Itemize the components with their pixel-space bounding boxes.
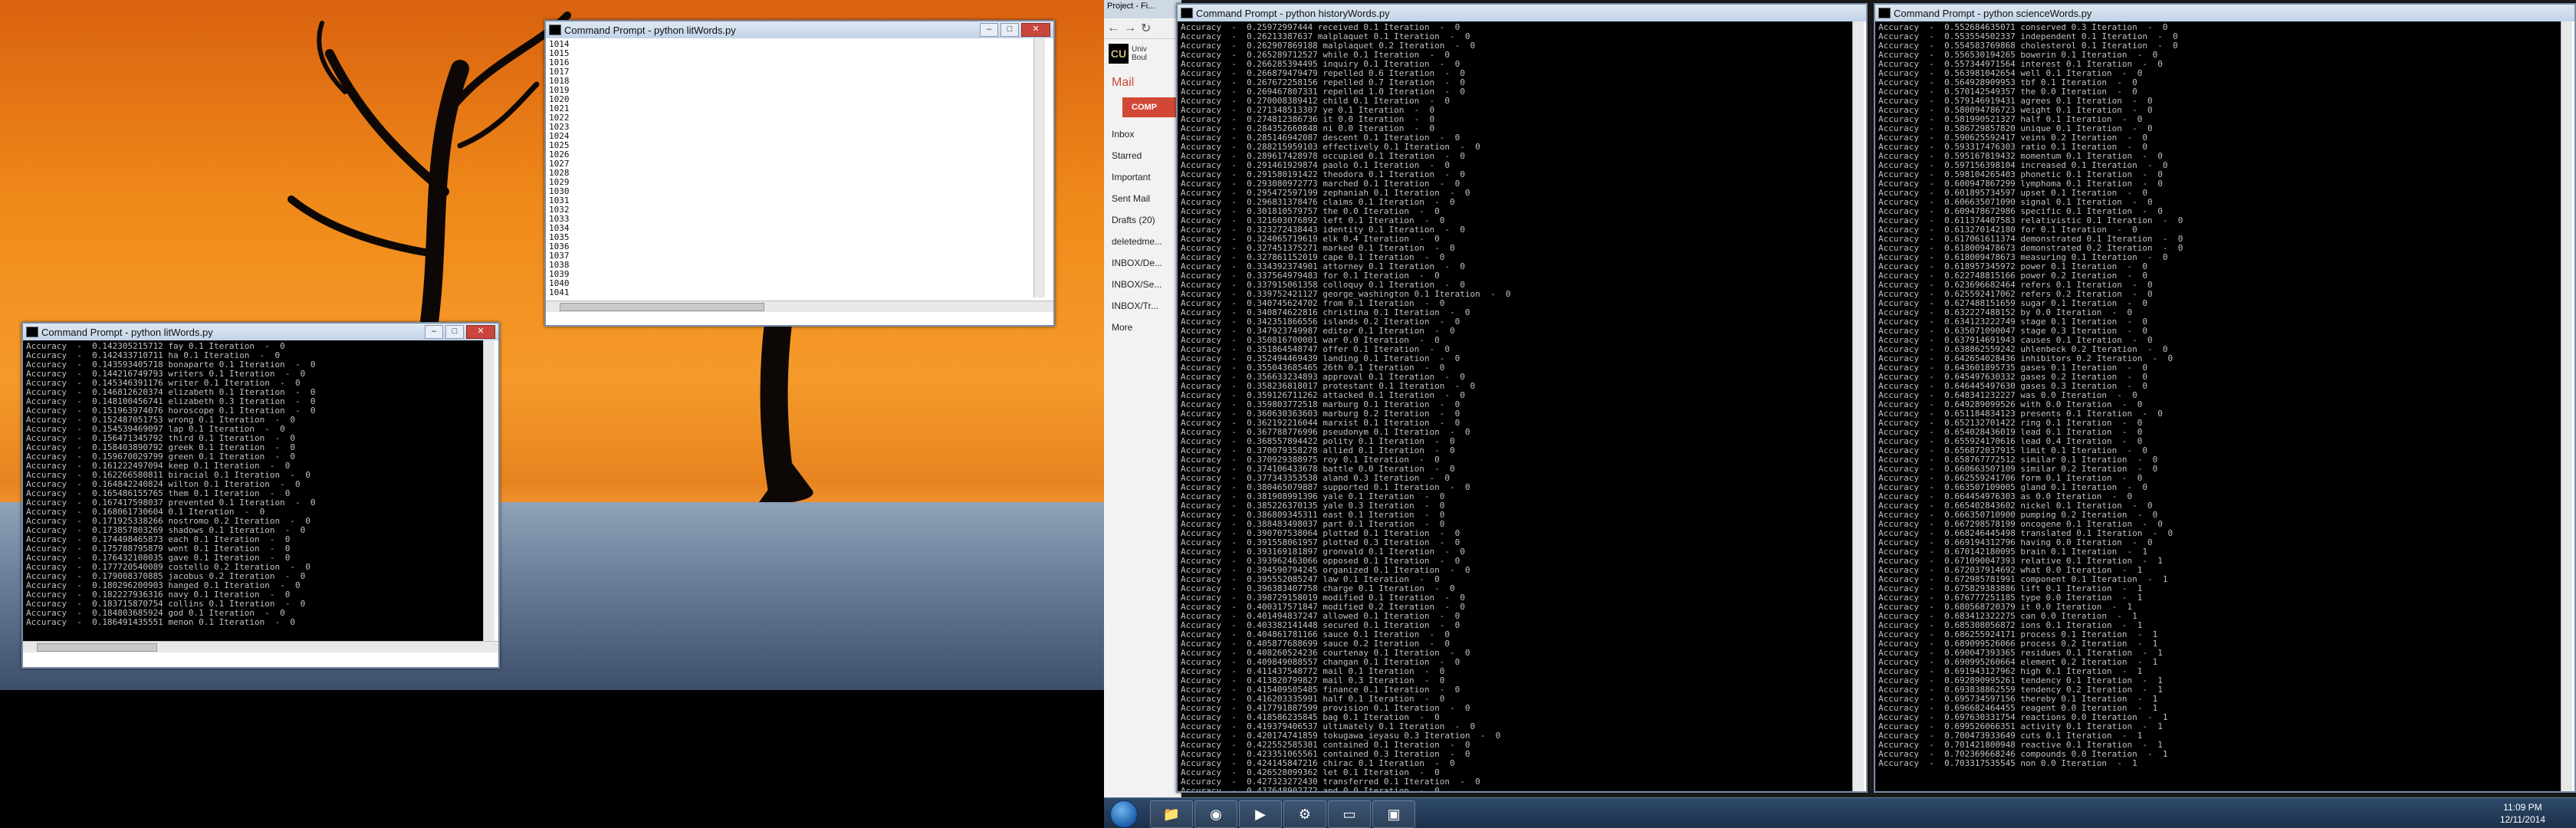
maximize-button[interactable]: □ bbox=[1001, 23, 1019, 37]
clock[interactable]: 11:09 PM 12/11/2014 bbox=[2500, 801, 2545, 826]
console-line: 1028 bbox=[549, 168, 570, 178]
cmd-window-lit-bottom[interactable]: Command Prompt - python litWords.py – □ … bbox=[21, 322, 500, 669]
mail-folder-item[interactable]: Inbox bbox=[1104, 123, 1181, 145]
console-line: 1032 bbox=[549, 205, 570, 215]
chrome-browser[interactable]: Project - Fi... ← → ↻ CU Univ Boul Mail … bbox=[1104, 0, 1181, 797]
window-titlebar[interactable]: Command Prompt - python scienceWords.py bbox=[1875, 5, 2574, 21]
console-line: 1017 bbox=[549, 67, 570, 77]
mail-folder-item[interactable]: INBOX/Tr... bbox=[1104, 295, 1181, 317]
console-output[interactable]: 1014 1015 1016 1017 1018 1019 1020 1021 1022 1023… bbox=[546, 38, 1033, 301]
cmd-icon bbox=[549, 25, 561, 35]
cmd-icon[interactable]: ▭ bbox=[1328, 800, 1371, 828]
console-line: Accuracy - 0.437648902772 and 0.0 Iterat… bbox=[1181, 786, 1440, 792]
console-output[interactable]: Accuracy - 0.25972997444 received 0.1 It… bbox=[1178, 21, 1852, 791]
horizontal-scrollbar[interactable] bbox=[546, 301, 1053, 312]
console-line: 1038 bbox=[549, 260, 570, 270]
console-line: 1024 bbox=[549, 131, 570, 141]
console-line: 1030 bbox=[549, 186, 570, 196]
minimize-button[interactable]: – bbox=[980, 23, 998, 37]
cmd-icon bbox=[26, 327, 38, 337]
close-button[interactable]: ✕ bbox=[466, 325, 495, 339]
console-line: 1033 bbox=[549, 214, 570, 224]
mail-folder-item[interactable]: INBOX/Se... bbox=[1104, 274, 1181, 295]
console-line: 1039 bbox=[549, 269, 570, 279]
console-line: 1015 bbox=[549, 48, 570, 58]
clock-time: 11:09 PM bbox=[2503, 802, 2542, 813]
projector-icon[interactable]: ▣ bbox=[1372, 800, 1415, 828]
vertical-scrollbar[interactable] bbox=[2561, 21, 2572, 791]
window-title: Command Prompt - python scienceWords.py bbox=[1894, 7, 2092, 19]
university-name: Univ Boul bbox=[1132, 45, 1148, 62]
browser-toolbar: ← → ↻ bbox=[1104, 18, 1181, 39]
python-icon[interactable]: ⚙ bbox=[1283, 800, 1326, 828]
console-line: 1035 bbox=[549, 232, 570, 242]
right-monitor: Project - Fi... ← → ↻ CU Univ Boul Mail … bbox=[1104, 0, 2576, 828]
cmd-icon bbox=[1181, 8, 1193, 18]
vertical-scrollbar[interactable] bbox=[1033, 38, 1045, 297]
console-line: 1018 bbox=[549, 76, 570, 86]
window-titlebar[interactable]: Command Prompt - python litWords.py – □ … bbox=[546, 21, 1053, 38]
console-line: 1016 bbox=[549, 58, 570, 67]
left-monitor: Command Prompt - python litWords.py – □ … bbox=[0, 0, 1104, 828]
chrome-icon[interactable]: ◉ bbox=[1194, 800, 1237, 828]
minimize-button[interactable]: – bbox=[425, 325, 443, 339]
mail-dropdown[interactable]: Mail bbox=[1104, 68, 1181, 97]
taskbar: 📁 ◉ ▶ ⚙ ▭ ▣ 11:09 PM 12/11/2014 bbox=[1104, 797, 2576, 828]
explorer-icon[interactable]: 📁 bbox=[1150, 800, 1193, 828]
mail-folder-item[interactable]: Drafts (20) bbox=[1104, 209, 1181, 231]
console-line: 1022 bbox=[549, 113, 570, 123]
console-line: 1021 bbox=[549, 104, 570, 113]
console-line: 1020 bbox=[549, 94, 570, 104]
console-line: 1040 bbox=[549, 278, 570, 288]
window-titlebar[interactable]: Command Prompt - python historyWords.py bbox=[1178, 5, 1866, 21]
console-line: 1023 bbox=[549, 122, 570, 132]
cmd-window-history[interactable]: Command Prompt - python historyWords.py … bbox=[1176, 3, 1868, 793]
window-title: Command Prompt - python litWords.py bbox=[41, 326, 213, 338]
horizontal-scrollbar[interactable] bbox=[23, 641, 498, 652]
mail-folder-item[interactable]: Important bbox=[1104, 166, 1181, 188]
console-line: 1029 bbox=[549, 177, 570, 187]
vertical-scrollbar[interactable] bbox=[483, 340, 495, 641]
console-line: 1036 bbox=[549, 242, 570, 251]
window-title: Command Prompt - python litWords.py bbox=[564, 24, 736, 36]
window-titlebar[interactable]: Command Prompt - python litWords.py – □ … bbox=[23, 324, 498, 340]
window-title: Command Prompt - python historyWords.py bbox=[1196, 7, 1390, 19]
console-output[interactable]: Accuracy - 0.552684635071 conserved 0.3 … bbox=[1875, 21, 2561, 791]
start-button[interactable] bbox=[1110, 800, 1138, 828]
console-line: 1031 bbox=[549, 196, 570, 205]
console-line: Accuracy - 0.703317535545 non 0.0 Iterat… bbox=[1878, 758, 2137, 768]
vertical-scrollbar[interactable] bbox=[1852, 21, 1864, 791]
mail-folder-item[interactable]: More bbox=[1104, 317, 1181, 338]
browser-tab[interactable]: Project - Fi... bbox=[1104, 0, 1181, 18]
reload-icon[interactable]: ↻ bbox=[1141, 21, 1151, 36]
cmd-icon bbox=[1878, 8, 1891, 18]
cmd-window-science[interactable]: Command Prompt - python scienceWords.py … bbox=[1874, 3, 2576, 793]
console-line: 1026 bbox=[549, 150, 570, 159]
console-line: 1041 bbox=[549, 288, 570, 297]
console-line: 1025 bbox=[549, 140, 570, 150]
console-line: 1014 bbox=[549, 39, 570, 49]
maximize-button[interactable]: □ bbox=[445, 325, 464, 339]
cu-logo-icon: CU bbox=[1109, 44, 1129, 64]
mail-folder-item[interactable]: Starred bbox=[1104, 145, 1181, 166]
console-line: 1034 bbox=[549, 223, 570, 233]
university-logo: CU Univ Boul bbox=[1104, 39, 1181, 68]
console-line: Accuracy - 0.186491435551 menon 0.1 Iter… bbox=[26, 617, 295, 627]
compose-button[interactable]: COMP bbox=[1122, 97, 1181, 117]
console-line: 1027 bbox=[549, 159, 570, 169]
clock-date: 12/11/2014 bbox=[2499, 814, 2545, 825]
cmd-window-lit-top[interactable]: Command Prompt - python litWords.py – □ … bbox=[544, 20, 1055, 327]
close-button[interactable]: ✕ bbox=[1021, 23, 1050, 37]
mail-folder-item[interactable]: INBOX/De... bbox=[1104, 252, 1181, 274]
forward-arrow-icon[interactable]: → bbox=[1124, 21, 1136, 35]
console-output[interactable]: Accuracy - 0.142305215712 fay 0.1 Iterat… bbox=[23, 340, 483, 641]
console-line: 1037 bbox=[549, 251, 570, 261]
media-icon[interactable]: ▶ bbox=[1239, 800, 1282, 828]
mail-folder-item[interactable]: deletedme... bbox=[1104, 231, 1181, 252]
back-arrow-icon[interactable]: ← bbox=[1107, 21, 1119, 35]
console-line: 1019 bbox=[549, 85, 570, 95]
mail-folder-item[interactable]: Sent Mail bbox=[1104, 188, 1181, 209]
